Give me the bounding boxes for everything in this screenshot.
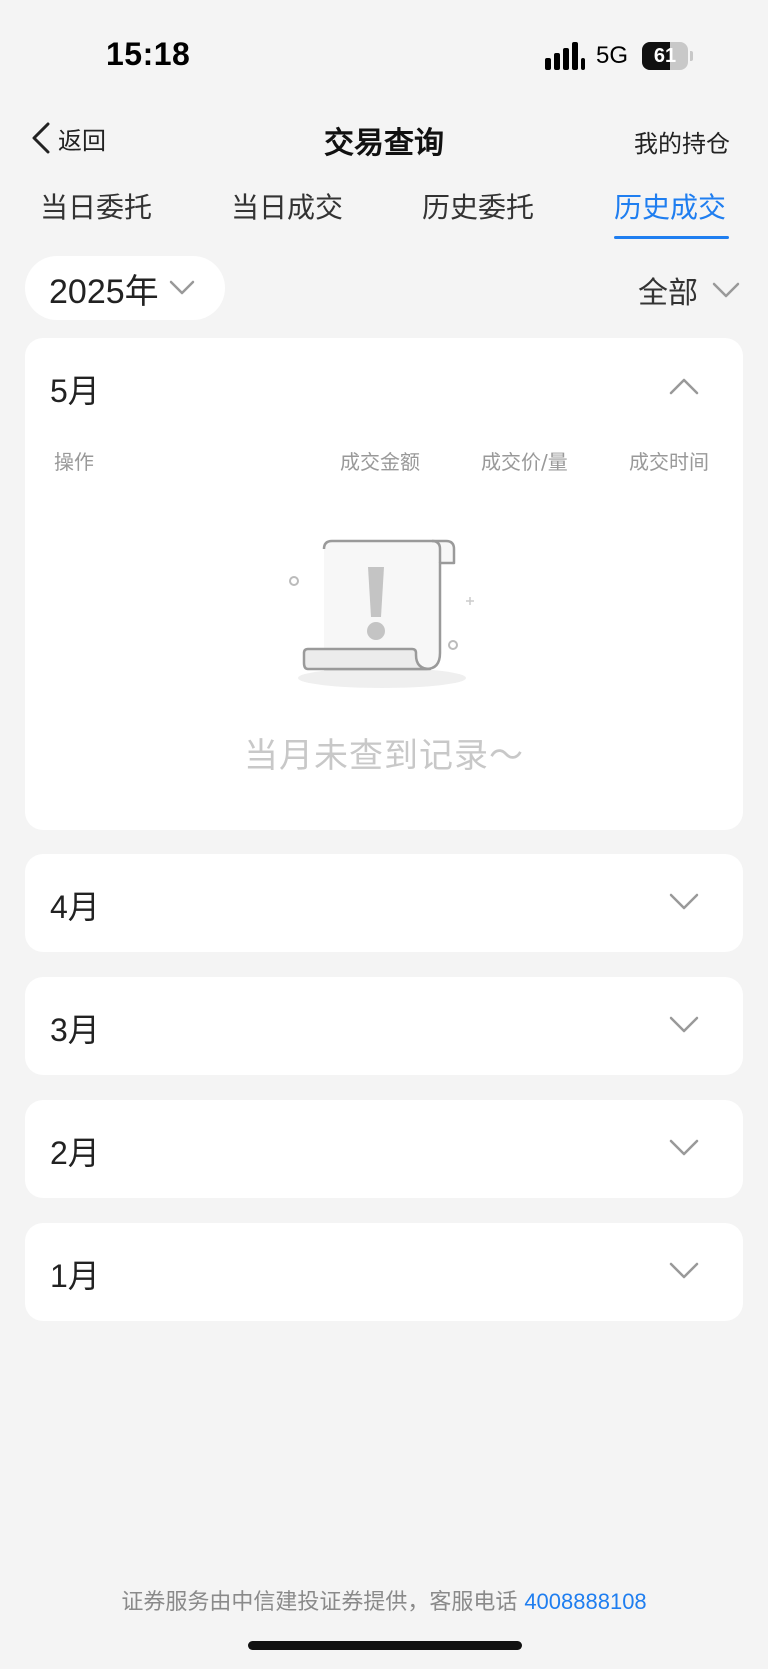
my-positions-link[interactable]: 我的持仓: [634, 124, 730, 159]
footer-text: 证券服务由中信建投证券提供，客服电话: [121, 1590, 525, 1615]
month-label: 1月: [50, 1258, 100, 1294]
tab-history-trades[interactable]: 历史成交: [614, 186, 726, 226]
back-button[interactable]: 返回: [30, 118, 106, 158]
back-chevron-icon: [32, 122, 50, 154]
month-label: 5月: [50, 373, 100, 409]
type-filter[interactable]: 全部: [638, 268, 740, 312]
year-value: 2025年: [49, 272, 159, 311]
type-filter-value: 全部: [638, 276, 698, 311]
trade-query-page: 15:18 5G 61 返回 交易查询 我的持仓 当日委托 当日成交 历史委托 …: [0, 0, 768, 1669]
network-type: 5G: [596, 42, 629, 69]
empty-state-text: 当月未查到记录～: [244, 736, 524, 776]
column-header-time: 成交时间: [629, 450, 709, 474]
status-bar: 15:18 5G 61: [0, 0, 768, 100]
status-time: 15:18: [106, 36, 191, 72]
tab-bar: 当日委托 当日成交 历史委托 历史成交: [0, 186, 768, 244]
battery-level: 61: [653, 45, 677, 67]
empty-document-icon: [289, 539, 474, 688]
chevron-down-icon: [169, 280, 194, 295]
home-indicator[interactable]: [248, 1641, 522, 1650]
chevron-up-icon: [669, 378, 699, 395]
chevron-down-icon: [669, 1139, 699, 1156]
nav-bar: 返回 交易查询 我的持仓: [0, 108, 768, 168]
month-label: 4月: [50, 889, 100, 925]
battery-icon: 61: [642, 42, 693, 70]
column-header-action: 操作: [54, 450, 94, 474]
month-header[interactable]: 4月: [25, 854, 743, 952]
service-phone-link[interactable]: 4008888108: [524, 1589, 646, 1614]
column-header-price-qty: 成交价/量: [481, 450, 568, 474]
chevron-down-icon: [669, 1262, 699, 1279]
footer-disclaimer: 证券服务由中信建投证券提供，客服电话 4008888108: [0, 1584, 768, 1616]
year-selector[interactable]: 2025年: [25, 256, 225, 320]
month-card-april: 4月: [25, 854, 743, 952]
tab-history-orders[interactable]: 历史委托: [422, 186, 534, 226]
month-label: 2月: [50, 1135, 100, 1171]
chevron-down-icon: [669, 893, 699, 910]
chevron-down-icon: [712, 282, 740, 298]
month-header[interactable]: 2月: [25, 1100, 743, 1198]
month-header[interactable]: 3月: [25, 977, 743, 1075]
month-card-march: 3月: [25, 977, 743, 1075]
month-header[interactable]: 5月: [25, 338, 743, 436]
column-header-amount: 成交金额: [340, 450, 420, 474]
tab-today-orders[interactable]: 当日委托: [40, 186, 152, 226]
month-label: 3月: [50, 1012, 100, 1048]
back-label: 返回: [58, 126, 106, 155]
month-header[interactable]: 1月: [25, 1223, 743, 1321]
signal-icon: [545, 42, 585, 70]
active-tab-indicator: [614, 236, 729, 239]
month-card-january: 1月: [25, 1223, 743, 1321]
chevron-down-icon: [669, 1016, 699, 1033]
tab-today-trades[interactable]: 当日成交: [231, 186, 343, 226]
month-card-february: 2月: [25, 1100, 743, 1198]
